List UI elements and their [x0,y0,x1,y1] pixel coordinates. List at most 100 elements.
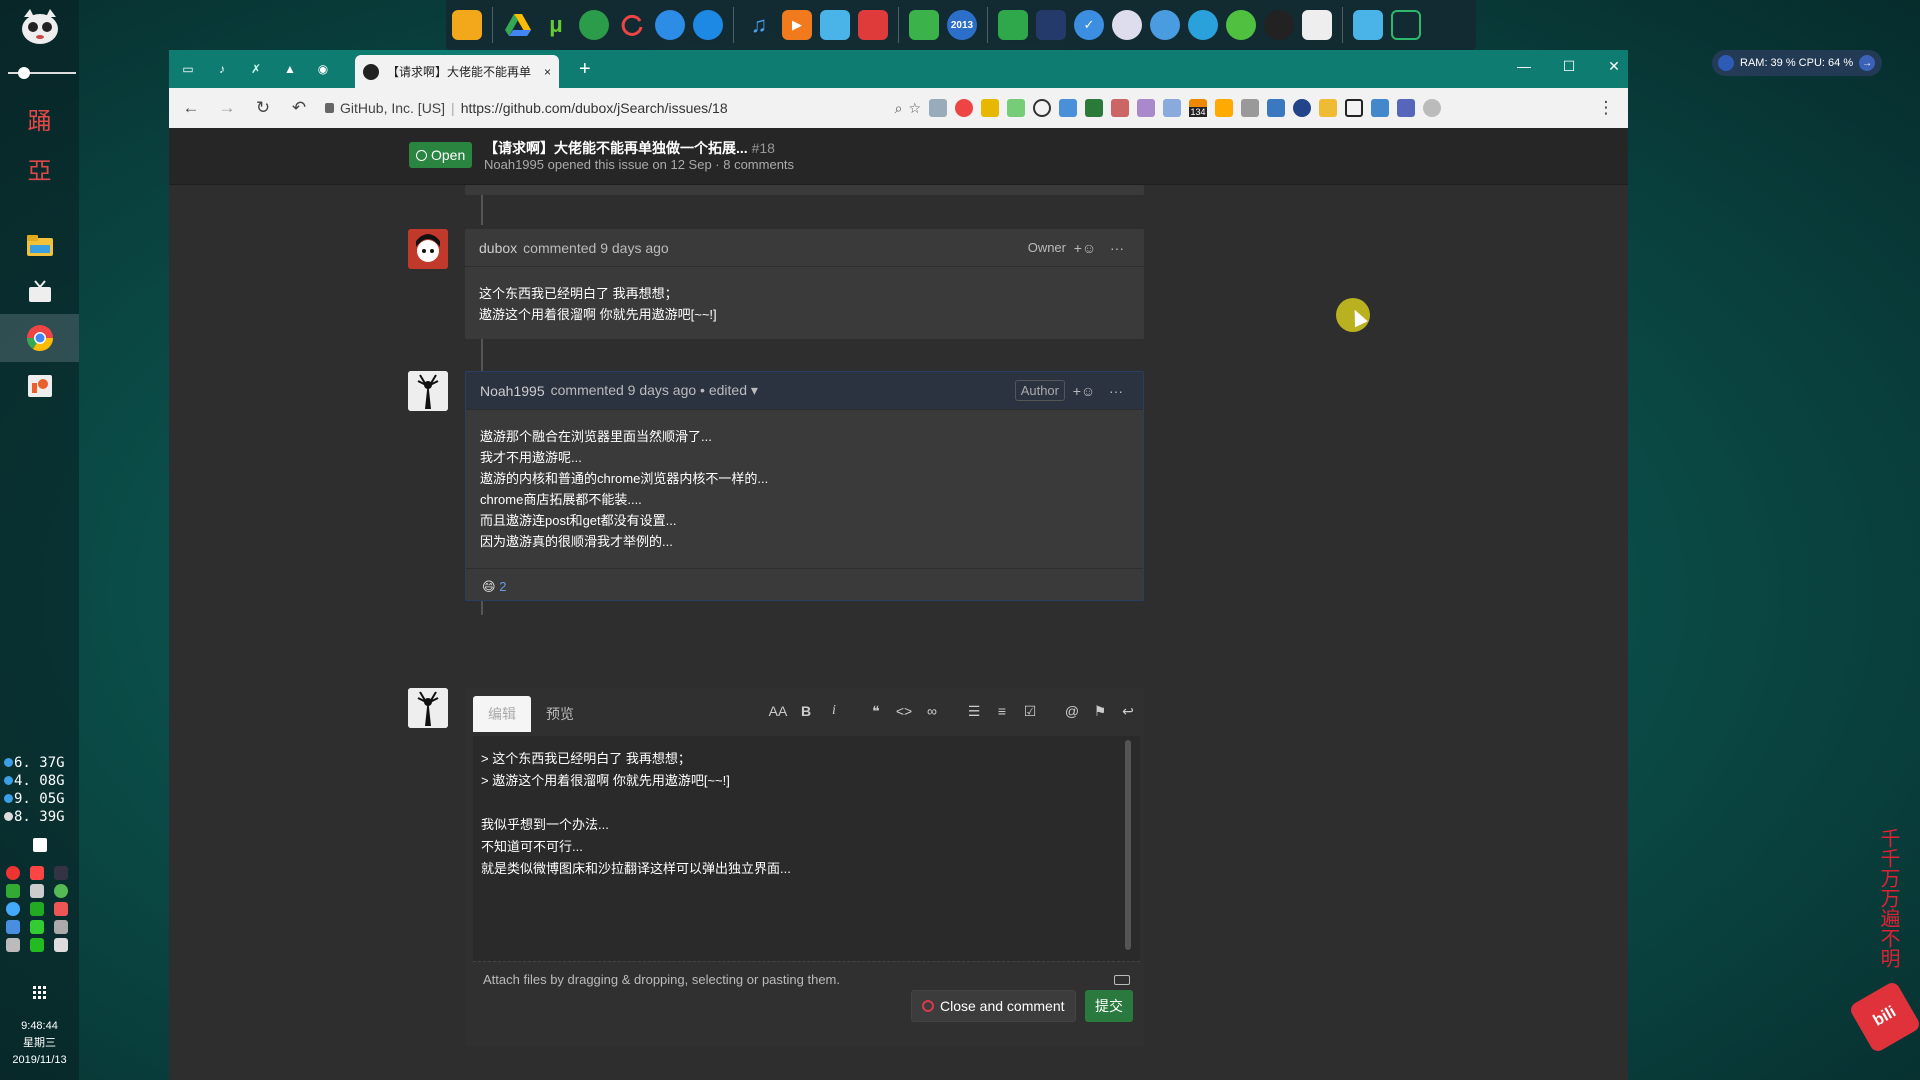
chrome-tray-icon[interactable] [6,902,20,916]
avatar[interactable] [408,371,448,411]
menu-kebab-icon[interactable]: ⋮ [1592,94,1620,122]
check-app-icon[interactable]: ✓ [1074,10,1104,40]
back-arrow-icon[interactable]: ← [177,94,205,122]
more-options-icon[interactable]: ··· [1104,240,1130,256]
network-icon[interactable] [30,920,44,934]
trash-icon[interactable] [1391,10,1421,40]
extension-100-icon[interactable] [1215,99,1233,117]
badge-38-icon[interactable] [6,884,20,898]
cat-tray-icon[interactable] [54,866,68,880]
zoom-icon[interactable]: ⌕ [895,100,903,117]
extension-translate-icon[interactable] [1163,99,1181,117]
extension-folder-icon[interactable] [1319,99,1337,117]
folder-icon[interactable] [0,225,79,265]
dock-item-glyph-b[interactable]: 亞 [0,148,79,188]
textarea-scrollbar[interactable] [1125,740,1131,950]
gamepad-icon[interactable] [909,10,939,40]
red-app-icon[interactable] [54,902,68,916]
submit-comment-button[interactable]: 提交 [1085,990,1133,1022]
mu-torrent-icon[interactable]: μ [541,10,571,40]
pinned-tab-leaf-icon[interactable]: ✗ [245,58,267,80]
cloud-icon[interactable] [655,10,685,40]
task-list-icon[interactable]: ☑ [1017,703,1043,720]
minimize-button[interactable]: — [1509,58,1539,74]
new-tab-button[interactable]: + [579,58,591,81]
extension-green-icon[interactable] [1007,99,1025,117]
saved-reply-icon[interactable]: ⚑ [1087,703,1113,720]
extension-counter-icon[interactable]: 134 [1189,99,1207,117]
file-manager-icon[interactable] [452,10,482,40]
green-circle-icon[interactable] [54,884,68,898]
pinned-tab-drive-icon[interactable]: ▲ [279,58,301,80]
reload-icon[interactable]: ↻ [249,94,277,122]
badge-2013-icon[interactable]: 2013 [947,10,977,40]
comment-author[interactable]: dubox [479,240,517,256]
extension-bookmark-icon[interactable] [1345,99,1363,117]
tab-github-issue[interactable]: 【请求啊】大佬能不能再单 × [355,55,559,88]
bilibili-logo-icon[interactable]: bili [1848,980,1920,1054]
wechat-icon[interactable] [1226,10,1256,40]
add-reaction-icon[interactable]: +☺ [1072,240,1098,256]
comment-author[interactable]: Noah1995 [480,383,545,399]
link-icon[interactable]: ∞ [919,703,945,720]
tab-close-icon[interactable]: × [544,65,551,79]
pinned-tab-globe-icon[interactable]: ◉ [312,58,334,80]
tv-icon[interactable] [0,272,79,312]
extension-ladybug-icon[interactable] [955,99,973,117]
address-bar[interactable]: GitHub, Inc. [US] | https://github.com/d… [321,93,921,123]
ninja-icon[interactable] [1036,10,1066,40]
comment-action[interactable]: commented 9 days ago • edited ▾ [551,382,758,399]
add-reaction-icon[interactable]: +☺ [1071,383,1097,399]
tv-player-icon[interactable] [858,10,888,40]
more-options-icon[interactable]: ··· [1103,383,1129,399]
extension-dark-circle-icon[interactable] [1293,99,1311,117]
extension-panel-icon[interactable] [1397,99,1415,117]
reaction-laugh-button[interactable]: 😄 2 [482,579,506,595]
close-and-comment-button[interactable]: Close and comment [911,990,1076,1022]
extension-grid-icon[interactable] [1241,99,1259,117]
q-tray-icon[interactable] [0,836,79,854]
extension-purple-icon[interactable] [1137,99,1155,117]
telegram-icon[interactable] [1188,10,1218,40]
extension-notify-icon[interactable] [1371,99,1389,117]
record-icon[interactable] [6,866,20,880]
numbered-list-icon[interactable]: ≡ [989,703,1015,720]
green-app-icon[interactable] [998,10,1028,40]
maximize-button[interactable]: ☐ [1554,58,1584,75]
extension-clock-icon[interactable] [1423,99,1441,117]
issue-title[interactable]: 【请求啊】大佬能不能再单独做一个拓展... #18 [484,138,775,158]
chrome-alt-icon[interactable] [1150,10,1180,40]
avatar[interactable] [408,229,448,269]
tab-preview[interactable]: 预览 [531,696,589,732]
italic-icon[interactable]: i [821,703,847,720]
pinned-tab-translate-icon[interactable]: ♪ [211,58,233,80]
cat-logo-icon[interactable] [0,4,79,50]
heading-icon[interactable]: AA [765,703,791,720]
chrome-icon[interactable] [0,314,79,362]
bulleted-list-icon[interactable]: ☰ [961,703,987,720]
forward-arrow-icon[interactable]: → [213,94,241,122]
mention-icon[interactable]: @ [1059,703,1085,720]
extension-block-icon[interactable] [1033,99,1051,117]
clapper-icon[interactable] [820,10,850,40]
quote-icon[interactable]: ❝ [863,703,889,720]
dock-item-glyph-a[interactable]: 踊 [0,98,79,138]
speaker-icon[interactable] [6,938,20,952]
comment-textarea[interactable]: > 这个东西我已经明白了 我再想想； > 遨游这个用着很溜啊 你就先用遨游吧[~… [473,736,1140,961]
reply-icon[interactable]: ↩ [1115,703,1141,720]
apps-grid-icon[interactable] [0,984,79,1002]
screen-capture-icon[interactable] [6,920,20,934]
refresh-app-icon[interactable] [617,10,647,40]
grid-app-icon[interactable] [30,938,44,952]
video-player-icon[interactable]: ▶ [782,10,812,40]
extension-pen-icon[interactable] [981,99,999,117]
clapper-alt-icon[interactable] [1353,10,1383,40]
monitor-icon[interactable] [54,920,68,934]
panda-icon[interactable] [1112,10,1142,40]
extension-cookie-icon[interactable] [1111,99,1129,117]
text-tool-icon[interactable] [30,884,44,898]
volume-slider-knob[interactable] [18,67,30,79]
extension-person-icon[interactable] [1267,99,1285,117]
edge-like-icon[interactable] [693,10,723,40]
music-icon[interactable]: ♫ [744,10,774,40]
